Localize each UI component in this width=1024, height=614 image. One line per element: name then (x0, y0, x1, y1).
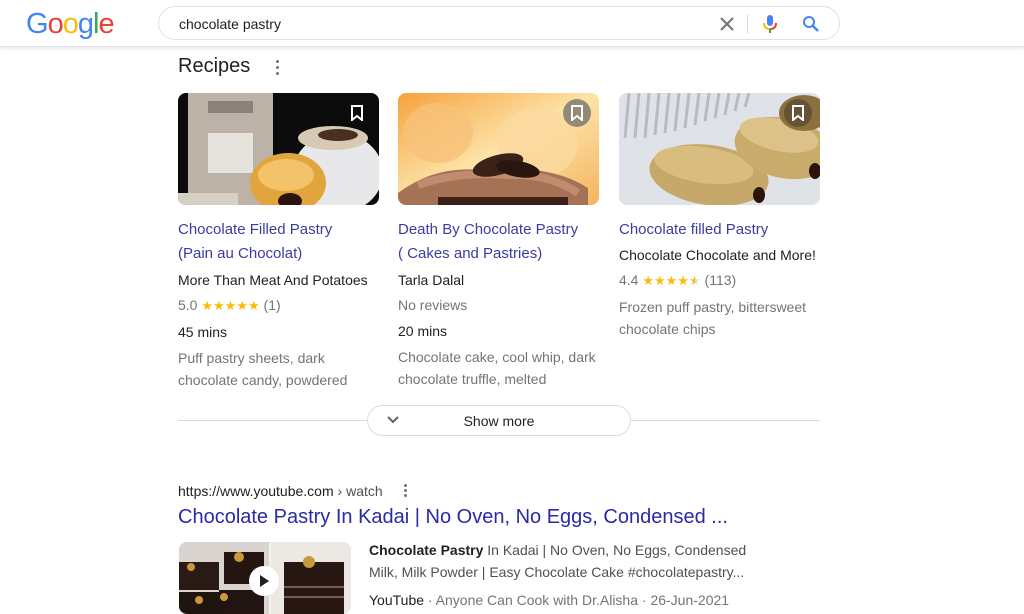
full-stars: ★★★★ (642, 273, 689, 288)
recipe-source: Chocolate Chocolate and More! (619, 247, 816, 263)
recipe-time: 45 mins (178, 324, 228, 340)
clear-search-button[interactable] (716, 13, 738, 35)
ingredients-line: chocolate truffle, melted (398, 371, 547, 387)
header: Google (0, 0, 1024, 47)
ingredients-line: Frozen puff pastry, bittersweet (619, 299, 807, 315)
recipes-more-options-button[interactable] (270, 57, 284, 77)
play-button[interactable] (249, 566, 279, 596)
recipe-card[interactable]: Death By Chocolate Pastry ( Cakes and Pa… (398, 93, 599, 390)
star-rating-icon: ★★★★★ (642, 273, 700, 288)
search-button[interactable] (800, 13, 822, 35)
recipe-rating: No reviews (398, 297, 468, 313)
microphone-icon (763, 15, 777, 33)
divider (747, 14, 748, 34)
ingredients-line: Puff pastry sheets, dark (178, 350, 325, 366)
recipe-rating: 4.4 ★★★★★ (113) (619, 270, 820, 291)
rating-value: 5.0 (178, 297, 198, 313)
logo-letter: g (77, 8, 94, 40)
bookmark-icon (792, 105, 804, 121)
snippet-highlight: Chocolate Pastry (369, 542, 484, 558)
recipe-title-line: Chocolate Filled Pastry (178, 221, 333, 238)
ingredients-line: chocolate candy, powdered (178, 372, 348, 388)
video-thumbnail[interactable] (179, 542, 351, 614)
ingredients-line: chocolate chips (619, 321, 716, 337)
logo-letter: G (26, 8, 49, 40)
result-domain: https://www.youtube.com (178, 483, 334, 499)
recipe-title-line: ( Cakes and Pastries) (398, 245, 543, 262)
save-recipe-button[interactable] (563, 99, 591, 127)
search-input[interactable] (179, 14, 699, 34)
google-logo[interactable]: Google (26, 8, 115, 41)
recipe-rating: 5.0 ★★★★★ (1) (178, 295, 379, 316)
bookmark-icon (351, 105, 363, 121)
review-count: (113) (704, 272, 737, 288)
result-breadcrumb: › watch (333, 483, 383, 499)
video-source: YouTube (369, 592, 425, 608)
recipe-card[interactable]: Chocolate filled Pastry Chocolate Chocol… (619, 93, 820, 340)
recipe-ingredients: Frozen puff pastry, bittersweet chocolat… (619, 296, 820, 340)
logo-letter: o (62, 8, 79, 40)
recipe-ingredients: Chocolate cake, cool whip, dark chocolat… (398, 346, 599, 390)
star-rating-icon: ★★★★★ (201, 298, 260, 313)
recipe-time: 20 mins (398, 323, 448, 339)
recipe-image[interactable] (398, 93, 599, 205)
rating-value: 4.4 (619, 272, 639, 288)
search-box (158, 6, 840, 40)
recipes-heading: Recipes (178, 55, 251, 77)
recipe-card[interactable]: Chocolate Filled Pastry (Pain au Chocola… (178, 93, 379, 391)
voice-search-button[interactable] (760, 12, 780, 36)
result-title-link[interactable]: Chocolate Pastry In Kadai | No Oven, No … (178, 506, 728, 529)
recipe-title-link[interactable]: Chocolate Filled Pastry (Pain au Chocola… (178, 218, 379, 266)
review-count: (1) (263, 297, 281, 313)
result-snippet: Chocolate Pastry In Kadai | No Oven, No … (369, 539, 769, 583)
result-more-options-button[interactable] (399, 483, 411, 499)
video-meta-details: · Anyone Can Cook with Dr.Alisha · 26-Ju… (424, 592, 730, 608)
recipe-image[interactable] (178, 93, 379, 205)
show-more-button[interactable]: Show more (367, 405, 631, 436)
result-url[interactable]: https://www.youtube.com › watch (178, 483, 383, 499)
more-vert-icon (399, 484, 411, 497)
logo-letter: e (98, 8, 114, 40)
recipe-ingredients: Puff pastry sheets, dark chocolate candy… (178, 347, 379, 391)
search-icon (803, 16, 819, 32)
play-icon (260, 575, 269, 587)
ingredients-line: Chocolate cake, cool whip, dark (398, 349, 596, 365)
save-recipe-button[interactable] (784, 99, 812, 127)
logo-letter: o (47, 8, 64, 40)
recipe-title-link[interactable]: Death By Chocolate Pastry ( Cakes and Pa… (398, 218, 599, 266)
close-icon (720, 17, 734, 31)
recipe-source: Tarla Dalal (398, 272, 465, 288)
bookmark-icon (571, 105, 583, 121)
more-vert-icon (270, 60, 284, 75)
recipe-title-line: Chocolate filled Pastry (619, 221, 769, 238)
result-meta: YouTube · Anyone Can Cook with Dr.Alisha… (369, 592, 729, 608)
save-recipe-button[interactable] (343, 99, 371, 127)
recipe-title-line: Death By Chocolate Pastry (398, 221, 579, 238)
recipe-title-link[interactable]: Chocolate filled Pastry (619, 218, 820, 242)
recipe-source: More Than Meat And Potatoes (178, 272, 368, 288)
recipe-image[interactable] (619, 93, 820, 205)
recipe-title-line: (Pain au Chocolat) (178, 245, 303, 262)
show-more-label: Show more (463, 413, 535, 429)
half-star-icon: ★ (688, 273, 701, 288)
